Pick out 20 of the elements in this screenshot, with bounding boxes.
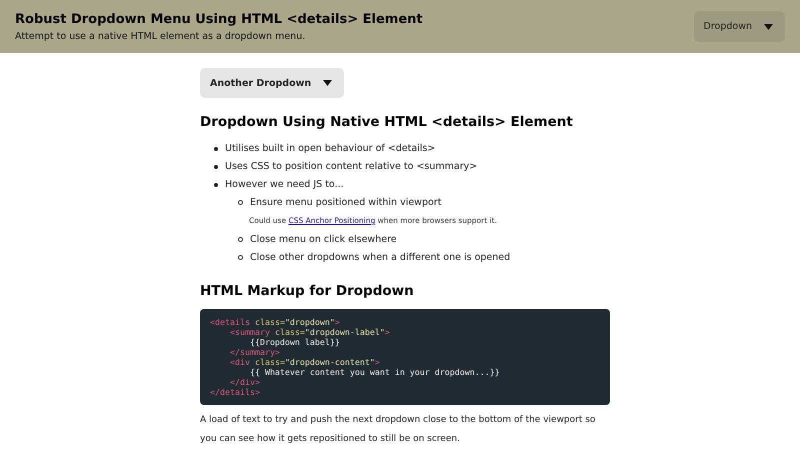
bullet-icon — [214, 164, 218, 168]
bullet-icon — [214, 182, 218, 186]
bullet-icon — [238, 200, 243, 205]
page-subtitle: Attempt to use a native HTML element as a dropdown menu. — [15, 30, 306, 44]
bullet-icon — [238, 237, 243, 242]
list-item-text: Close menu on click elsewhere — [250, 233, 397, 246]
page-title: Robust Dropdown Menu Using HTML <details> Element — [15, 10, 423, 28]
list-item-text: Uses CSS to position content relative to <summary> — [225, 160, 478, 173]
paragraph-text: A load of text to try and push the next dropdown close to the bottom of the viewport so you can see how it gets repositioned to still be on screen. — [200, 414, 596, 446]
bullet-icon — [238, 255, 243, 260]
section-heading: Dropdown Using Native HTML <details> Element — [200, 114, 574, 130]
list-item-text: However we need JS to... — [225, 178, 344, 191]
code-block: <details class="dropdown"> <summary class="dropdown-label"> {{Dropdown label}} </summary> <div class="dropdown-content"> {{ Whatever content you want in your dropdown...}} </div> </details> — [200, 309, 610, 405]
list-item-text: Utilises built in open behaviour of <details> — [225, 142, 436, 155]
list-item-text: Ensure menu positioned within viewport — [250, 196, 442, 209]
dropdown-button[interactable]: Dropdown — [694, 11, 785, 42]
bullet-icon — [214, 146, 218, 150]
dropdown-button[interactable]: Another Dropdown — [200, 68, 344, 98]
list-item-text: Close other dropdowns when a different one is opened — [250, 251, 510, 264]
section-heading: HTML Markup for Dropdown — [200, 283, 415, 299]
